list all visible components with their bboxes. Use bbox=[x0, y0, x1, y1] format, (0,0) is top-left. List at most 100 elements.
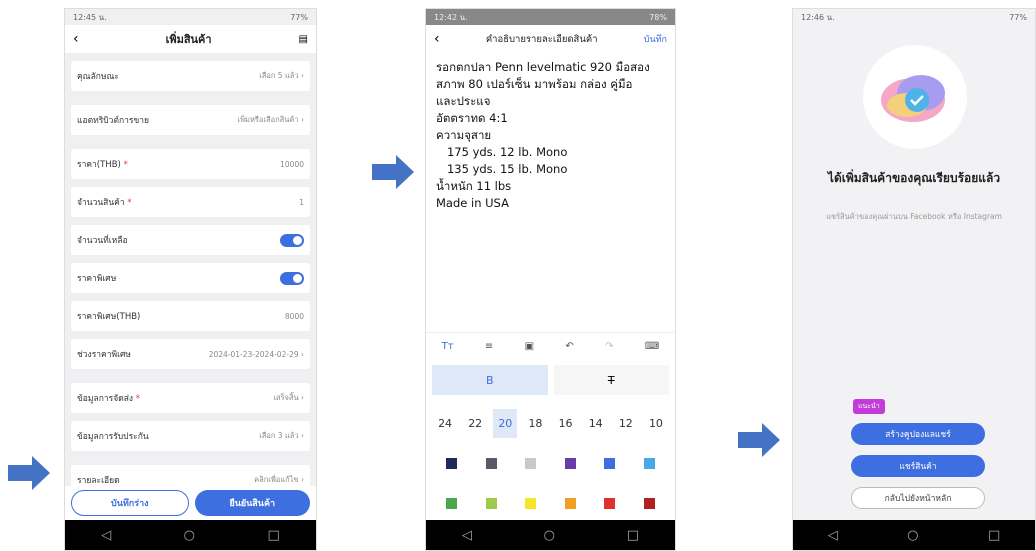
row-quantity[interactable]: จำนวนสินค้า * 1 bbox=[71, 187, 310, 217]
row-special-period[interactable]: ช่วงราคาพิเศษ 2024-01-23-2024-02-29 › bbox=[71, 339, 310, 369]
row-special-price-thb[interactable]: ราคาพิเศษ(THB) 8000 bbox=[71, 301, 310, 331]
size-option[interactable]: 14 bbox=[584, 409, 608, 438]
row-label: คุณลักษณะ bbox=[77, 72, 119, 82]
text-line: และประแจ bbox=[436, 94, 491, 108]
product-added-screen: 12:46 น. 77% ได้เพิ่มสินค้าของคุณเรียบร้อ… bbox=[792, 8, 1036, 551]
size-option-selected[interactable]: 20 bbox=[493, 408, 518, 438]
save-draft-button[interactable]: บันทึกร่าง bbox=[71, 490, 189, 516]
row-label: ข้อมูลการจัดส่ง bbox=[77, 394, 134, 404]
color-swatch[interactable] bbox=[525, 497, 537, 509]
row-label: ราคา(THB) bbox=[77, 160, 121, 170]
row-value: 1 bbox=[299, 197, 304, 207]
status-time: 12:46 น. bbox=[801, 12, 835, 22]
share-hint: แชร์สินค้าของคุณผ่านบน Facebook หรือ Ins… bbox=[826, 212, 1002, 221]
row-price[interactable]: ราคา(THB) * 10000 bbox=[71, 149, 310, 179]
note-icon[interactable]: ▤ bbox=[299, 34, 308, 45]
size-option[interactable]: 16 bbox=[554, 409, 578, 438]
required-mark: * bbox=[123, 160, 128, 170]
row-remaining: จำนวนที่เหลือ bbox=[71, 225, 310, 255]
status-bar: 12:45 น. 77% bbox=[65, 9, 316, 25]
row-attributes[interactable]: คุณลักษณะ เลือก 5 แล้ว › bbox=[71, 61, 310, 91]
nav-back-icon[interactable]: ◁ bbox=[101, 528, 111, 543]
size-option[interactable]: 24 bbox=[433, 409, 457, 438]
nav-back-icon[interactable]: ◁ bbox=[828, 528, 838, 543]
recommend-badge: แนะนำ bbox=[853, 399, 885, 414]
align-icon[interactable]: ≡ bbox=[485, 341, 493, 352]
back-icon[interactable]: ‹ bbox=[73, 31, 79, 47]
row-value: เสร็จสิ้น bbox=[273, 393, 299, 402]
confirm-product-button[interactable]: ยืนยันสินค้า bbox=[194, 490, 310, 516]
color-swatch[interactable] bbox=[643, 457, 655, 469]
create-coupon-button[interactable]: สร้างคูปองแลแชร์ bbox=[851, 423, 985, 445]
redo-icon[interactable]: ↷ bbox=[605, 341, 613, 352]
undo-icon[interactable]: ↶ bbox=[565, 341, 573, 352]
special-price-toggle[interactable] bbox=[280, 271, 304, 285]
color-swatch[interactable] bbox=[564, 457, 576, 469]
status-time: 12:45 น. bbox=[73, 12, 107, 22]
page-title: คำอธิบายรายละเอียดสินค้า bbox=[485, 33, 598, 45]
size-option[interactable]: 12 bbox=[614, 409, 638, 438]
text-line: น้ำหนัก 11 lbs bbox=[436, 179, 512, 193]
battery-level: 77% bbox=[290, 12, 308, 22]
share-product-button[interactable]: แชร์สินค้า bbox=[851, 455, 985, 477]
battery-level: 77% bbox=[1009, 12, 1027, 22]
image-icon[interactable]: ▣ bbox=[525, 341, 534, 352]
back-home-button[interactable]: กลับไปยังหน้าหลัก bbox=[851, 487, 985, 509]
row-value: คลิกเพื่อแก้ไข bbox=[254, 475, 299, 484]
remaining-toggle[interactable] bbox=[280, 233, 304, 247]
row-value: 8000 bbox=[284, 311, 304, 321]
color-swatch[interactable] bbox=[604, 497, 616, 509]
row-shipping[interactable]: ข้อมูลการจัดส่ง * เสร็จสิ้น › bbox=[71, 383, 310, 413]
status-bar: 12:42 น. 78% bbox=[426, 9, 675, 25]
required-mark: * bbox=[127, 198, 132, 208]
save-link[interactable]: บันทึก bbox=[644, 32, 667, 46]
row-value: 2024-01-23-2024-02-29 bbox=[208, 349, 299, 359]
page-title: เพิ่มสินค้า bbox=[165, 33, 212, 46]
row-special-price: ราคาพิเศษ bbox=[71, 263, 310, 293]
back-icon[interactable]: ‹ bbox=[434, 31, 440, 47]
row-label: จำนวนที่เหลือ bbox=[77, 236, 128, 246]
status-time: 12:42 น. bbox=[434, 12, 468, 22]
strikethrough-button[interactable]: T bbox=[553, 365, 669, 395]
keyboard-icon[interactable]: ⌨ bbox=[645, 341, 659, 352]
nav-home-icon[interactable]: ○ bbox=[907, 528, 918, 543]
description-textarea[interactable]: รอกตกปลา Penn levelmatic 920 มือสอง สภาพ… bbox=[426, 53, 675, 285]
android-nav-bar: ◁ ○ □ bbox=[426, 520, 675, 550]
size-option[interactable]: 18 bbox=[523, 409, 547, 438]
text-line: อัตตราทด 4:1 bbox=[436, 111, 508, 125]
color-swatch[interactable] bbox=[525, 457, 537, 469]
nav-recent-icon[interactable]: □ bbox=[988, 528, 1000, 543]
row-value: เพิ่มหรือเลือกสินค้า bbox=[237, 115, 299, 124]
android-nav-bar: ◁ ○ □ bbox=[793, 520, 1035, 550]
color-swatch[interactable] bbox=[446, 497, 458, 509]
nav-back-icon[interactable]: ◁ bbox=[462, 528, 472, 543]
color-row bbox=[432, 487, 669, 519]
color-row bbox=[432, 447, 669, 479]
nav-home-icon[interactable]: ○ bbox=[184, 528, 195, 543]
color-swatch[interactable] bbox=[564, 497, 576, 509]
font-size-picker: 24 22 20 18 16 14 12 10 bbox=[430, 407, 671, 439]
color-swatch[interactable] bbox=[643, 497, 655, 509]
color-swatch[interactable] bbox=[446, 457, 458, 469]
nav-recent-icon[interactable]: □ bbox=[627, 528, 639, 543]
battery-level: 78% bbox=[649, 12, 667, 22]
row-sales-attributes[interactable]: แอตทริบิวต์การขาย เพิ่มหรือเลือกสินค้า › bbox=[71, 105, 310, 135]
row-label: แอตทริบิวต์การขาย bbox=[77, 116, 150, 126]
text-line: 135 yds. 15 lb. Mono bbox=[436, 162, 568, 176]
nav-home-icon[interactable]: ○ bbox=[544, 528, 555, 543]
text-line: รอกตกปลา Penn levelmatic 920 มือสอง bbox=[436, 60, 650, 74]
text-line: สภาพ 80 เปอร์เซ็น มาพร้อม กล่อง คู่มือ bbox=[436, 77, 633, 91]
editor-toolbar: Tт ≡ ▣ ↶ ↷ ⌨ bbox=[426, 332, 675, 360]
add-product-screen: 12:45 น. 77% ‹ เพิ่มสินค้า ▤ คุณลักษณะ เลื… bbox=[64, 8, 317, 551]
size-option[interactable]: 10 bbox=[644, 409, 668, 438]
row-warranty[interactable]: ข้อมูลการรับประกัน เลือก 3 แล้ว › bbox=[71, 421, 310, 451]
color-swatch[interactable] bbox=[485, 497, 497, 509]
row-label: ช่วงราคาพิเศษ bbox=[77, 350, 131, 360]
text-line: 175 yds. 12 lb. Mono bbox=[436, 145, 568, 159]
nav-recent-icon[interactable]: □ bbox=[267, 528, 279, 543]
color-swatch[interactable] bbox=[604, 457, 616, 469]
size-option[interactable]: 22 bbox=[463, 409, 487, 438]
color-swatch[interactable] bbox=[485, 457, 497, 469]
text-format-icon[interactable]: Tт bbox=[442, 341, 454, 352]
bold-button[interactable]: B bbox=[432, 365, 548, 395]
